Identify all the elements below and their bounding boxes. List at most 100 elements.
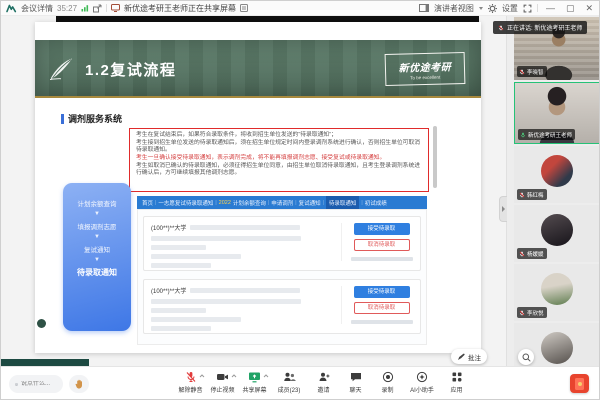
nav-item: 首页 (142, 199, 153, 207)
participant-name: 杨媛媛 (527, 250, 544, 258)
slide-title: 1.2复试流程 (85, 59, 176, 80)
participants-sidebar: 李晓智 正在讲话: 新优途考研王老师 新优途考研王老师 韩红梅 杨媛媛 (506, 16, 600, 366)
close-button[interactable]: ✕ (582, 2, 596, 15)
share-screen-button[interactable]: 共享屏幕 (241, 371, 268, 394)
nav-item: 复试通知 (299, 199, 321, 207)
participant-tile[interactable]: 韩红梅 (514, 146, 600, 203)
cancel-admission-button: 取消待录取 (354, 302, 410, 314)
ai-assistant-button[interactable]: AI小助手 (406, 371, 438, 394)
accept-admission-button: 接受待录取 (354, 223, 410, 235)
view-mode-button[interactable]: 演讲者视图 (434, 3, 474, 14)
fullscreen-icon[interactable] (523, 4, 532, 13)
minimize-button[interactable]: — (543, 2, 558, 15)
university-name: (100**)**大学 (151, 223, 186, 232)
meeting-toolbar: 解除静音 停止视频 共享屏幕 成员(23) 邀请 (1, 366, 600, 400)
caret-up-icon[interactable] (263, 374, 269, 378)
accept-admission-button: 接受待录取 (354, 286, 410, 298)
placeholder-bar (351, 257, 413, 261)
maximize-button[interactable]: ▢ (563, 2, 578, 15)
university-name: (100**)**大学 (151, 286, 186, 295)
caret-up-icon[interactable] (231, 374, 237, 378)
placeholder-bar (151, 317, 241, 322)
brand-name: 新优途考研 (398, 58, 451, 74)
avatar (541, 273, 573, 305)
red-packet-button[interactable] (570, 374, 589, 393)
caret-up-icon[interactable] (199, 374, 205, 378)
mic-muted-icon (519, 192, 525, 198)
share-screen-icon (248, 371, 261, 383)
sidebar-collapse-handle[interactable] (499, 196, 507, 222)
annotate-button[interactable]: 批注 (451, 349, 487, 364)
participant-name: 新优途考研王老师 (528, 131, 572, 139)
toolbar-items: 解除静音 停止视频 共享屏幕 成员(23) 邀请 (177, 371, 470, 394)
members-icon (283, 371, 296, 383)
notice-box: 考生在复试结束后，如果符合录取条件，将收到招生单位发送的“待录取通知”； 考生接… (129, 128, 429, 192)
divider (537, 4, 538, 12)
members-button[interactable]: 成员(23) (273, 371, 305, 394)
invite-button[interactable]: 邀请 (310, 371, 337, 394)
avatar (541, 214, 573, 246)
cancel-admission-button: 取消待录取 (354, 239, 410, 251)
step-item: 计划余额查询 (78, 198, 117, 208)
placeholder-bar (151, 254, 241, 259)
brand-slogan: To be excellent (410, 74, 440, 80)
mic-muted-icon (185, 371, 197, 383)
screen-share-icon (111, 4, 120, 12)
steps-panel: 计划余额查询 ▼ 填报调剂志愿 ▼ 复试通知 ▼ 待录取通知 (63, 183, 131, 331)
share-banner: 新优途考研王老师正在共享屏幕 (124, 3, 236, 14)
record-button[interactable]: 录制 (374, 371, 401, 394)
arrow-down-icon: ▼ (94, 235, 100, 240)
camera-icon (216, 371, 229, 383)
participant-tile[interactable]: 杨媛媛 (514, 205, 600, 262)
nav-item-active: 待录取通知 (326, 196, 360, 209)
raise-hand-button[interactable] (69, 375, 89, 393)
placeholder-bar (151, 308, 206, 313)
meeting-duration: 35:27 (57, 4, 77, 13)
notice-line: 考生如取消已确认的待录取通知，必须征得招生单位同意，由招生单位取消待录取通知，且… (136, 163, 422, 178)
floating-window-icon[interactable] (93, 4, 102, 13)
participant-name: 韩红梅 (527, 191, 544, 199)
chevron-right-icon (502, 206, 505, 212)
meeting-info-button[interactable]: 会议详情 (21, 3, 53, 14)
participant-name: 李晓智 (527, 68, 544, 76)
chat-icon (350, 371, 362, 383)
mic-icon (498, 25, 504, 31)
notice-line: 考生接到招生单位发送的待录取通知后，须在招生单位规定时间内登录调剂系统进行确认，… (136, 140, 422, 155)
slide-decoration-dot (37, 319, 46, 328)
participant-video-active[interactable]: 新优途考研王老师 (514, 82, 600, 144)
record-icon (382, 371, 394, 383)
layout-icon (419, 4, 429, 12)
nav-item: 初试成绩 (365, 199, 387, 207)
red-packet-icon (575, 378, 584, 390)
presentation-slide: 1.2复试流程 新优途考研 To be excellent 调剂服务系统 考生在… (35, 22, 481, 353)
gear-icon (488, 4, 497, 13)
share-detail-icon[interactable] (240, 4, 248, 12)
shared-window-bottom-strip (1, 359, 89, 366)
participant-name: 李欣悦 (527, 309, 544, 317)
pending-admission-card: (100**)**大学 接受待录取 取消待录取 (143, 216, 421, 271)
raised-hand-icon (75, 379, 84, 389)
magnifier-icon (522, 353, 531, 362)
nav-item: 申请调剂 (271, 199, 293, 207)
unmute-button[interactable]: 解除静音 (177, 371, 204, 394)
slide-header: 1.2复试流程 新优途考研 To be excellent (35, 40, 481, 98)
smiley-icon (15, 380, 18, 389)
section-title: 调剂服务系统 (61, 114, 122, 124)
participant-tile[interactable]: 李欣悦 (514, 264, 600, 321)
chat-button[interactable]: 聊天 (342, 371, 369, 394)
stop-video-button[interactable]: 停止视频 (209, 371, 236, 394)
pending-admission-list: (100**)**大学 接受待录取 取消待录取 (100**)**大学 (137, 209, 427, 345)
avatar (541, 155, 573, 187)
quick-chat-input[interactable] (21, 381, 57, 387)
quick-chat-pill[interactable] (9, 375, 63, 393)
network-signal-icon (81, 4, 89, 12)
nav-item: 一志愿复试待录取通知 (158, 199, 213, 207)
settings-button[interactable]: 设置 (502, 3, 518, 14)
step-item: 复试通知 (84, 244, 110, 254)
placeholder-bar (190, 225, 300, 230)
arrow-down-icon: ▼ (94, 212, 100, 217)
zoom-button[interactable] (518, 349, 534, 365)
placeholder-bar (151, 236, 301, 241)
apps-button[interactable]: 应用 (443, 371, 470, 394)
placeholder-bar (151, 326, 211, 331)
